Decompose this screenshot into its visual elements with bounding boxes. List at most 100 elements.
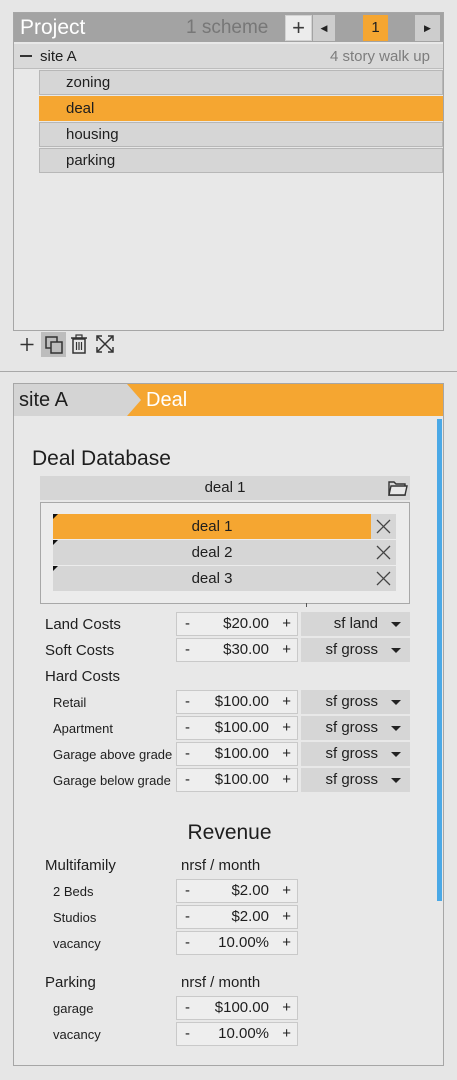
apartment-value[interactable]: $100.00 xyxy=(215,717,269,739)
deal-list-item[interactable]: deal 2 xyxy=(53,540,396,565)
apartment-stepper[interactable]: - $100.00 + xyxy=(176,716,298,740)
unit-label: sf gross xyxy=(325,745,378,762)
decrement-button[interactable]: - xyxy=(185,997,190,1019)
increment-button[interactable]: + xyxy=(282,613,291,635)
unit-label: sf gross xyxy=(325,641,378,658)
folder-icon[interactable] xyxy=(387,478,409,498)
garage-above-stepper[interactable]: - $100.00 + xyxy=(176,742,298,766)
increment-button[interactable]: + xyxy=(282,997,291,1019)
close-icon[interactable] xyxy=(375,518,392,535)
deal-database-title: Deal Database xyxy=(32,447,171,470)
close-icon[interactable] xyxy=(375,544,392,561)
increment-button[interactable]: + xyxy=(282,691,291,713)
two-beds-stepper[interactable]: - $2.00 + xyxy=(176,879,298,903)
studios-value[interactable]: $2.00 xyxy=(231,906,269,928)
mf-vacancy-value[interactable]: 10.00% xyxy=(218,932,269,954)
retail-label: Retail xyxy=(53,695,87,710)
two-beds-value[interactable]: $2.00 xyxy=(231,880,269,902)
corner-marker-icon xyxy=(53,566,58,571)
garage-below-value[interactable]: $100.00 xyxy=(215,769,269,791)
decrement-button[interactable]: - xyxy=(185,906,190,928)
decrement-button[interactable]: - xyxy=(185,932,190,954)
expand-icon[interactable] xyxy=(94,333,116,355)
deal-name: deal 3 xyxy=(191,570,233,587)
garage-stepper[interactable]: - $100.00 + xyxy=(176,996,298,1020)
parking-unit: nrsf / month xyxy=(181,974,261,991)
garage-below-stepper[interactable]: - $100.00 + xyxy=(176,768,298,792)
deal-name: deal 1 xyxy=(191,518,233,535)
soft-costs-stepper[interactable]: - $30.00 + xyxy=(176,638,298,662)
increment-button[interactable]: + xyxy=(282,880,291,902)
garage-value[interactable]: $100.00 xyxy=(215,997,269,1019)
caret-down-icon xyxy=(391,648,401,653)
parking-vacancy-stepper[interactable]: - 10.00% + xyxy=(176,1022,298,1046)
caret-down-icon xyxy=(391,778,401,783)
garage-above-unit-select[interactable]: sf gross xyxy=(301,742,410,766)
decrement-button[interactable]: - xyxy=(185,1023,190,1045)
land-costs-label: Land Costs xyxy=(45,616,121,633)
unit-label: sf gross xyxy=(325,771,378,788)
unit-label: sf gross xyxy=(325,719,378,736)
unit-label: sf land xyxy=(333,615,378,632)
soft-costs-unit-select[interactable]: sf gross xyxy=(301,638,410,662)
plus-icon[interactable] xyxy=(16,333,38,355)
soft-costs-label: Soft Costs xyxy=(45,642,115,659)
decrement-button[interactable]: - xyxy=(185,880,190,902)
next-page-button[interactable]: ▶ xyxy=(415,15,440,41)
increment-button[interactable]: + xyxy=(282,717,291,739)
retail-unit-select[interactable]: sf gross xyxy=(301,690,410,714)
decrement-button[interactable]: - xyxy=(185,717,190,739)
duplicate-icon[interactable] xyxy=(43,334,65,356)
retail-stepper[interactable]: - $100.00 + xyxy=(176,690,298,714)
decrement-button[interactable]: - xyxy=(185,613,190,635)
land-costs-unit-select[interactable]: sf land xyxy=(301,612,410,636)
caret-down-icon xyxy=(391,752,401,757)
garage-above-label: Garage above grade xyxy=(53,747,173,762)
trash-icon[interactable] xyxy=(68,333,90,355)
deal-list-item[interactable]: deal 3 xyxy=(53,566,396,591)
tick-mark xyxy=(306,603,307,607)
increment-button[interactable]: + xyxy=(282,1023,291,1045)
caret-down-icon xyxy=(391,700,401,705)
garage-below-unit-select[interactable]: sf gross xyxy=(301,768,410,792)
building-type: 4 story walk up xyxy=(329,48,430,65)
prev-page-button[interactable]: ◀ xyxy=(313,15,335,41)
deal-selector[interactable]: deal 1 xyxy=(40,476,410,500)
page-number[interactable]: 1 xyxy=(363,15,388,41)
land-costs-stepper[interactable]: - $20.00 + xyxy=(176,612,298,636)
mf-vacancy-stepper[interactable]: - 10.00% + xyxy=(176,931,298,955)
apartment-unit-select[interactable]: sf gross xyxy=(301,716,410,740)
tree-item-deal[interactable]: deal xyxy=(39,96,443,121)
studios-label: Studios xyxy=(53,910,97,925)
panel-divider xyxy=(0,371,457,372)
tree-item-parking[interactable]: parking xyxy=(39,148,443,173)
garage-above-value[interactable]: $100.00 xyxy=(215,743,269,765)
parking-vacancy-value[interactable]: 10.00% xyxy=(218,1023,269,1045)
increment-button[interactable]: + xyxy=(282,932,291,954)
decrement-button[interactable]: - xyxy=(185,639,190,661)
increment-button[interactable]: + xyxy=(282,639,291,661)
unit-label: sf gross xyxy=(325,693,378,710)
increment-button[interactable]: + xyxy=(282,743,291,765)
multifamily-unit: nrsf / month xyxy=(181,857,261,874)
revenue-title: Revenue xyxy=(187,821,272,844)
breadcrumb-site[interactable]: site A xyxy=(19,388,68,412)
land-costs-value[interactable]: $20.00 xyxy=(223,613,269,635)
studios-stepper[interactable]: - $2.00 + xyxy=(176,905,298,929)
apartment-label: Apartment xyxy=(53,721,113,736)
add-scheme-button[interactable]: + xyxy=(285,15,312,41)
retail-value[interactable]: $100.00 xyxy=(215,691,269,713)
increment-button[interactable]: + xyxy=(282,906,291,928)
increment-button[interactable]: + xyxy=(282,769,291,791)
decrement-button[interactable]: - xyxy=(185,691,190,713)
soft-costs-value[interactable]: $30.00 xyxy=(223,639,269,661)
tree-item-housing[interactable]: housing xyxy=(39,122,443,147)
deal-list-item[interactable]: deal 1 xyxy=(53,514,396,539)
collapse-icon[interactable] xyxy=(20,55,32,57)
decrement-button[interactable]: - xyxy=(185,769,190,791)
two-beds-label: 2 Beds xyxy=(53,884,94,899)
parking-vacancy-label: vacancy xyxy=(53,1027,101,1042)
close-icon[interactable] xyxy=(375,570,392,587)
decrement-button[interactable]: - xyxy=(185,743,190,765)
tree-item-zoning[interactable]: zoning xyxy=(39,70,443,95)
